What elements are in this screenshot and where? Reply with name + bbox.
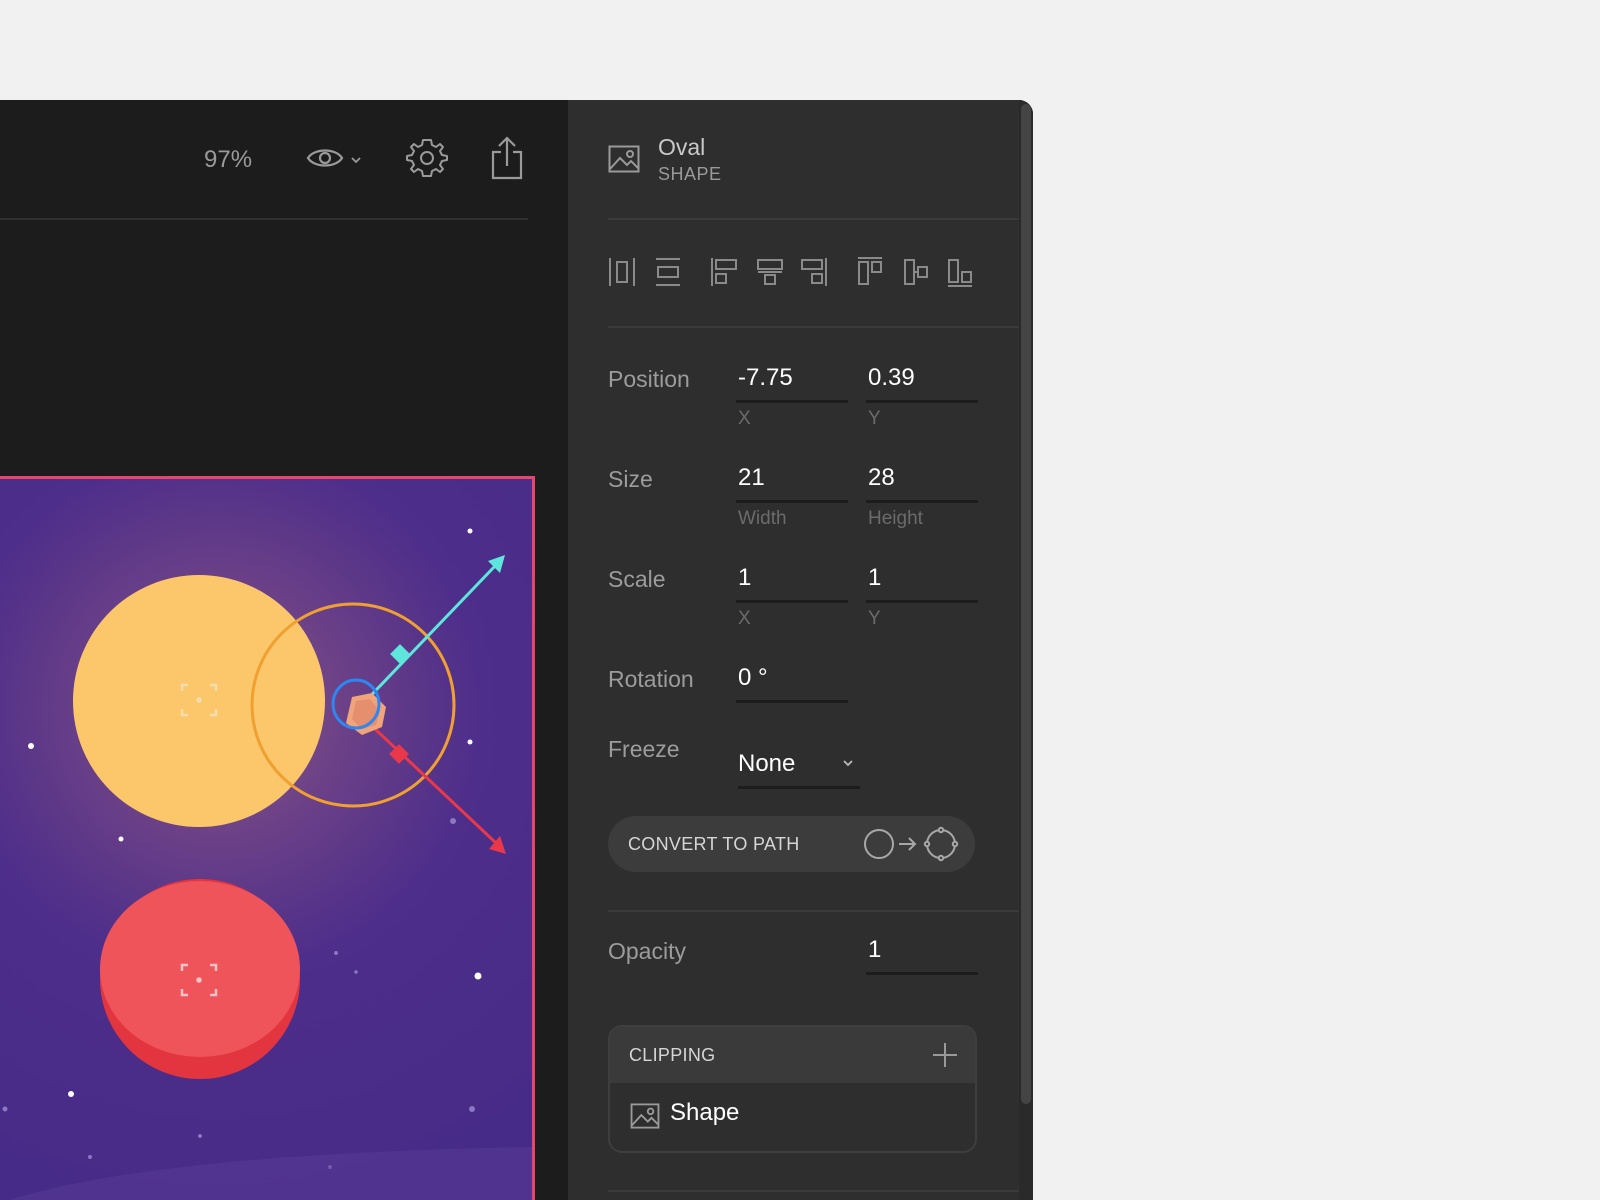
position-x-input[interactable]: -7.75	[736, 360, 848, 403]
position-y-input[interactable]: 0.39	[866, 360, 978, 403]
motion-handle-cyan	[354, 555, 505, 713]
height-value: 28	[868, 464, 895, 491]
width-value: 21	[738, 464, 765, 491]
eye-icon	[306, 145, 344, 176]
toolbar-divider	[0, 218, 528, 220]
divider	[608, 1190, 1019, 1192]
artboard[interactable]	[0, 476, 535, 1200]
height-caption: Height	[868, 508, 923, 529]
divider	[608, 910, 1019, 912]
position-y-value: 0.39	[868, 364, 915, 391]
align-top-icon[interactable]	[856, 256, 884, 293]
height-input[interactable]: 28	[866, 460, 978, 503]
align-center-vertical-icon[interactable]	[902, 256, 930, 293]
align-left-icon[interactable]	[710, 256, 738, 293]
chevron-down-icon	[842, 754, 854, 772]
freeze-value: None	[738, 750, 796, 777]
zoom-level[interactable]: 97%	[204, 146, 252, 174]
convert-to-path-label: CONVERT TO PATH	[628, 834, 800, 854]
chevron-down-icon	[350, 151, 362, 169]
scale-y-input[interactable]: 1	[866, 560, 978, 603]
distribute-vertical-icon[interactable]	[654, 256, 682, 293]
inspector-panel: Oval SHAPE Position -7.75 X 0.39 Y Size …	[568, 100, 1019, 1200]
align-bottom-icon[interactable]	[946, 256, 974, 293]
sun-shape	[73, 575, 325, 827]
scale-y-value: 1	[868, 564, 882, 591]
rotation-input[interactable]: 0 °	[736, 660, 848, 703]
position-label: Position	[608, 366, 690, 392]
artboard-scene	[2, 528, 532, 1200]
image-icon	[608, 145, 640, 178]
clipping-title: CLIPPING	[629, 1045, 716, 1065]
clipping-section: CLIPPING Shape	[608, 1025, 977, 1153]
rotation-label: Rotation	[608, 666, 694, 692]
image-icon	[630, 1103, 660, 1134]
clipping-header: CLIPPING	[610, 1027, 975, 1083]
align-center-horizontal-icon[interactable]	[756, 256, 784, 293]
scale-x-input[interactable]: 1	[736, 560, 848, 603]
opacity-input[interactable]: 1	[866, 932, 978, 975]
scale-y-caption: Y	[868, 608, 881, 629]
opacity-label: Opacity	[608, 938, 686, 964]
convert-to-path-icon	[863, 826, 959, 867]
object-type: SHAPE	[658, 164, 722, 184]
scale-x-value: 1	[738, 564, 752, 591]
position-x-caption: X	[738, 408, 751, 429]
convert-to-path-button[interactable]: CONVERT TO PATH	[608, 816, 975, 872]
freeze-select[interactable]: None	[738, 746, 860, 789]
freeze-label: Freeze	[608, 736, 680, 762]
align-right-icon[interactable]	[800, 256, 828, 293]
planet-shape	[100, 879, 300, 1079]
gear-icon	[406, 137, 448, 184]
scale-label: Scale	[608, 566, 666, 592]
scale-x-caption: X	[738, 608, 751, 629]
preview-dropdown[interactable]	[306, 138, 362, 182]
motion-handle-red	[354, 709, 506, 854]
width-caption: Width	[738, 508, 787, 529]
share-icon	[490, 135, 524, 185]
rotation-value: 0 °	[738, 664, 768, 691]
width-input[interactable]: 21	[736, 460, 848, 503]
position-y-caption: Y	[868, 408, 881, 429]
plus-icon[interactable]	[931, 1041, 959, 1074]
ground-arc	[9, 1147, 532, 1200]
size-label: Size	[608, 466, 653, 492]
app-window: 97% Oval SHAPE Position -7.75 X 0.39 Y S…	[0, 100, 1033, 1200]
position-x-value: -7.75	[738, 364, 793, 391]
distribute-horizontal-icon[interactable]	[608, 256, 636, 293]
opacity-value: 1	[868, 936, 882, 963]
clipping-item-label[interactable]: Shape	[670, 1099, 739, 1127]
export-button[interactable]	[490, 135, 524, 185]
object-name: Oval	[658, 134, 706, 160]
scrollbar-thumb[interactable]	[1021, 104, 1031, 1104]
divider	[608, 326, 1019, 328]
divider	[608, 218, 1019, 220]
toolbar: 97%	[0, 100, 568, 220]
settings-button[interactable]	[406, 138, 448, 182]
